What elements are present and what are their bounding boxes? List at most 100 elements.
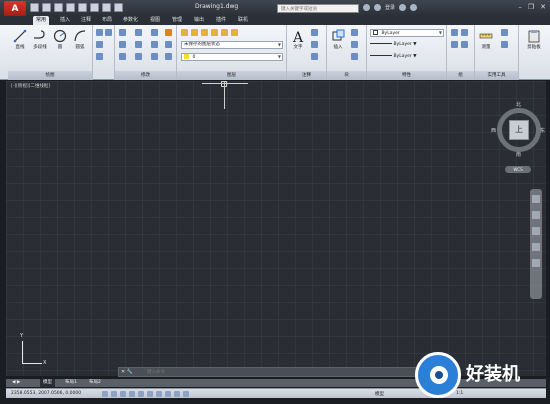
erase-icon[interactable]: [165, 29, 172, 36]
insert-tool[interactable]: 插入: [329, 29, 347, 50]
layer-properties-icon[interactable]: [181, 29, 188, 36]
group-select-icon[interactable]: [461, 41, 468, 48]
layer-off-icon[interactable]: [221, 29, 228, 36]
new-file-icon[interactable]: [30, 3, 39, 12]
text-tool[interactable]: A 文字: [289, 29, 307, 50]
color-select[interactable]: ByLayer ▼: [370, 29, 444, 37]
properties-panel-title[interactable]: 特性: [367, 71, 446, 80]
calculator-icon[interactable]: [501, 41, 508, 48]
command-line-close-button[interactable]: ✕ 🔧: [121, 369, 133, 375]
open-file-icon[interactable]: [42, 3, 51, 12]
ortho-icon[interactable]: [120, 391, 126, 397]
compass-north[interactable]: 北: [516, 101, 521, 108]
dimension-icon[interactable]: [311, 29, 318, 36]
compass-south[interactable]: 南: [516, 151, 521, 158]
tab-output[interactable]: 输出: [191, 16, 207, 25]
table-icon[interactable]: [311, 53, 318, 60]
linetype-select[interactable]: ByLayer ▼: [370, 53, 444, 61]
tab-manage[interactable]: 管理: [169, 16, 185, 25]
application-menu-button[interactable]: A: [4, 1, 26, 17]
steering-wheel-icon[interactable]: [532, 195, 540, 203]
ungroup-icon[interactable]: [461, 29, 468, 36]
drawing-viewport[interactable]: [-][俯视][二维线框] 上 北 南 东 西 WCS Y X: [6, 81, 546, 376]
quick-select-icon[interactable]: [501, 29, 508, 36]
close-button[interactable]: ✕: [540, 3, 546, 11]
leader-icon[interactable]: [311, 41, 318, 48]
fillet-icon[interactable]: [151, 41, 158, 48]
tab-layout[interactable]: 布局: [99, 16, 115, 25]
viewcube[interactable]: 上 北 南 东 西: [491, 102, 545, 158]
hatch-icon[interactable]: [96, 41, 103, 48]
group-icon[interactable]: [451, 29, 458, 36]
trim-icon[interactable]: [151, 29, 158, 36]
user-icon[interactable]: [374, 4, 381, 11]
compass-east[interactable]: 东: [540, 127, 545, 134]
help-icon[interactable]: [410, 4, 418, 11]
snap-icon[interactable]: [102, 391, 108, 397]
workspace-icon[interactable]: [114, 3, 123, 12]
current-layer-select[interactable]: 0 ▼: [181, 53, 283, 61]
layers-panel-title[interactable]: 图层: [177, 71, 286, 80]
groups-panel-title[interactable]: 组: [447, 71, 474, 80]
ellipse-icon[interactable]: [96, 53, 103, 60]
exchange-icon[interactable]: [399, 4, 407, 11]
line-tool[interactable]: 直线: [11, 29, 29, 50]
lineweight-toggle-icon[interactable]: [174, 391, 180, 397]
create-block-icon[interactable]: [351, 29, 358, 36]
array-icon[interactable]: [151, 53, 158, 60]
tab-home[interactable]: 常用: [33, 16, 50, 25]
copy-icon[interactable]: [119, 41, 126, 48]
tab-parametric[interactable]: 参数化: [120, 16, 141, 25]
dyn-icon[interactable]: [165, 391, 171, 397]
tab-plugins[interactable]: 插件: [213, 16, 229, 25]
command-input[interactable]: [147, 369, 407, 376]
showmotion-icon[interactable]: [532, 259, 540, 267]
osnap-icon[interactable]: [138, 391, 144, 397]
coordinate-readout[interactable]: 2358.0553, 2007.0506, 0.0000: [11, 391, 81, 396]
draw-panel-title[interactable]: 绘图: [8, 71, 92, 80]
stretch-icon[interactable]: [119, 53, 126, 60]
pan-icon[interactable]: [532, 211, 540, 219]
transparency-icon[interactable]: [183, 391, 189, 397]
model-space-toggle[interactable]: 模型: [375, 391, 384, 397]
edit-block-icon[interactable]: [351, 41, 358, 48]
otrack-icon[interactable]: [147, 391, 153, 397]
arc-tool[interactable]: 圆弧: [71, 29, 89, 50]
print-icon[interactable]: [78, 3, 87, 12]
polar-icon[interactable]: [129, 391, 135, 397]
explode-icon[interactable]: [165, 41, 172, 48]
offset-icon[interactable]: [165, 53, 172, 60]
tab-view[interactable]: 视图: [147, 16, 163, 25]
wcs-menu[interactable]: WCS: [505, 166, 531, 173]
compass-west[interactable]: 西: [491, 127, 496, 134]
annotation-panel-title[interactable]: 注释: [287, 71, 326, 80]
circle-tool[interactable]: 圆: [51, 29, 69, 50]
modify-panel-title[interactable]: 修改: [115, 71, 176, 80]
move-icon[interactable]: [119, 29, 126, 36]
save-icon[interactable]: [54, 3, 63, 12]
layout-nav-arrows[interactable]: ◀ ▶: [9, 379, 23, 387]
ducs-icon[interactable]: [156, 391, 162, 397]
layer-state-select[interactable]: 未保存的图层状态 ▼: [181, 41, 283, 49]
search-icon[interactable]: [363, 4, 370, 11]
minimize-button[interactable]: –: [518, 3, 522, 11]
layer-freeze-icon[interactable]: [201, 29, 208, 36]
save-as-icon[interactable]: [66, 3, 75, 12]
tab-model[interactable]: 模型: [40, 379, 55, 387]
layer-isolate-icon[interactable]: [231, 29, 238, 36]
rotate-icon[interactable]: [135, 29, 142, 36]
redo-icon[interactable]: [102, 3, 111, 12]
tab-layout1[interactable]: 布局1: [62, 379, 80, 387]
tab-layout2[interactable]: 布局2: [86, 379, 104, 387]
grid-icon[interactable]: [111, 391, 117, 397]
attribute-icon[interactable]: [351, 53, 358, 60]
lineweight-select[interactable]: ByLayer ▼: [370, 41, 444, 49]
tab-online[interactable]: 联机: [235, 16, 251, 25]
viewport-controls-label[interactable]: [-][俯视][二维线框]: [11, 83, 50, 89]
polyline-tool[interactable]: 多段线: [31, 29, 49, 50]
block-panel-title[interactable]: 块: [327, 71, 366, 80]
scale-icon[interactable]: [135, 53, 142, 60]
group-edit-icon[interactable]: [451, 41, 458, 48]
zoom-icon[interactable]: [532, 227, 540, 235]
utilities-panel-title[interactable]: 实用工具: [475, 71, 518, 80]
